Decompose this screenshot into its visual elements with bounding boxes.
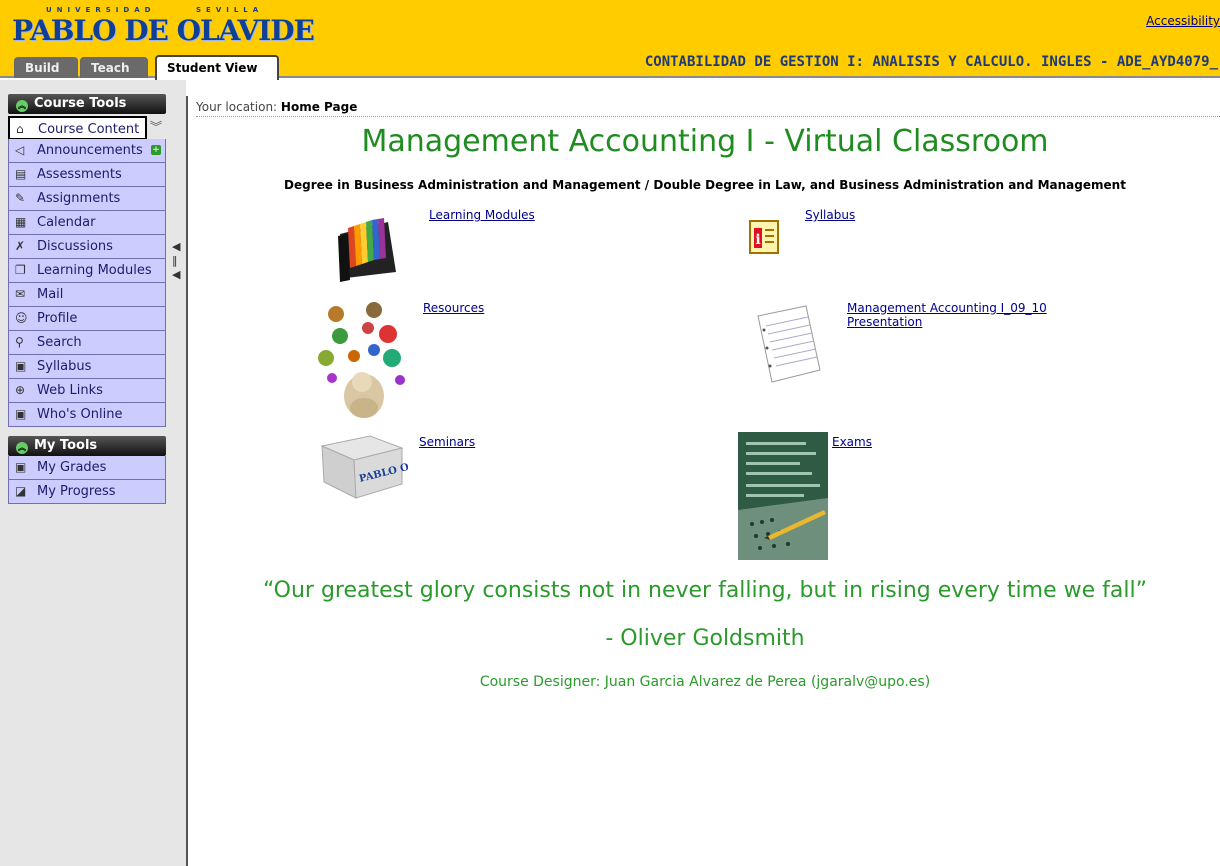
tab-student-view[interactable]: Student View [155,55,279,80]
file-sorter-image[interactable] [330,210,402,282]
breadcrumb-label: Your location: [196,100,278,114]
quote-author: - Oliver Goldsmith [605,626,805,651]
grades-icon: ▣ [15,460,27,474]
sidebar-item-label: Web Links [37,383,103,398]
sidebar-item-whos-online[interactable]: ▣ Who's Online [8,403,166,427]
online-icon: ▣ [15,407,27,421]
my-tools-title: My Tools [34,438,98,453]
sidebar-item-profile[interactable]: ☺ Profile [8,307,166,331]
resources-link[interactable]: Resources [423,301,484,315]
collapse-toggle-icon[interactable]: ︽ [16,100,28,112]
presentation-link-line1: Management Accounting I_09_10 [847,301,1047,315]
syllabus-icon: ▣ [15,359,27,373]
collapse-toggle-icon[interactable]: ︽ [16,442,28,454]
calendar-icon: ▦ [15,215,27,229]
sidebar-item-assignments[interactable]: ✎ Assignments [8,187,166,211]
sidebar-item-discussions[interactable]: ✗ Discussions [8,235,166,259]
sidebar-item-assessments[interactable]: ▤ Assessments [8,163,166,187]
new-items-icon: + [151,145,161,155]
sidebar-item-label: Course Content [38,122,140,137]
university-logo[interactable]: UNIVERSIDAD SEVILLA PABLO DE OLAVIDE [8,6,315,48]
learning-modules-link[interactable]: Learning Modules [429,208,535,222]
sidebar-item-mail[interactable]: ✉ Mail [8,283,166,307]
assignment-icon: ✎ [15,191,26,205]
logo-small-right: SEVILLA [196,6,264,14]
home-icon: ⌂ [16,122,24,136]
accessibility-link[interactable]: Accessibility [1146,14,1220,28]
seminars-link[interactable]: Seminars [419,435,475,449]
logo-small-left: UNIVERSIDAD [46,6,156,14]
header-bar: UNIVERSIDAD SEVILLA PABLO DE OLAVIDE Acc… [0,0,1220,80]
upo-box-image[interactable]: PABLO OLAVIDE [316,432,408,500]
degree-subtitle: Degree in Business Administration and Ma… [284,178,1126,192]
breadcrumb-current: Home Page [280,100,358,114]
main-content: Your location: Home Page Management Acco… [186,96,1220,866]
sidebar-item-label: Mail [37,287,64,302]
megaphone-icon: ◁ [15,143,25,157]
quote-text: “Our greatest glory consists not in neve… [263,578,1147,603]
breadcrumb: Your location: Home Page [196,100,357,114]
app-window: UNIVERSIDAD SEVILLA PABLO DE OLAVIDE Acc… [0,0,1220,866]
course-designer: Course Designer: Juan Garcia Alvarez de … [479,674,931,690]
sidebar-resize-handle[interactable]: ◀ ‖ ◀ [172,240,180,288]
syllabus-info-icon[interactable]: i [749,220,779,254]
juggler-image[interactable] [316,300,412,424]
sidebar-item-course-content[interactable]: ⌂ Course Content [8,116,147,140]
mail-icon: ✉ [15,287,26,301]
page-title: Management Accounting I - Virtual Classr… [361,124,1049,159]
sidebar-item-syllabus[interactable]: ▣ Syllabus [8,355,166,379]
sidebar-item-label: Learning Modules [37,263,152,278]
exam-sheet-image[interactable] [738,432,828,560]
progress-icon: ◪ [15,484,27,498]
search-icon: ⚲ [15,335,24,349]
sidebar-item-label: Profile [37,311,78,326]
tab-build[interactable]: Build [14,57,78,78]
sidebar-item-label: Syllabus [37,359,92,374]
sidebar-item-label: Assignments [37,191,121,206]
sidebar-item-calendar[interactable]: ▦ Calendar [8,211,166,235]
discussion-icon: ✗ [15,239,26,253]
sidebar: ︽ Course Tools ⌂ Course Content ︾ ◁ Annou… [0,80,186,866]
presentation-link[interactable]: Management Accounting I_09_10 Presentati… [847,301,1047,329]
sidebar-item-label: Announcements [37,143,143,158]
sidebar-item-label: Search [37,335,82,350]
course-tools-title: Course Tools [34,96,127,111]
sidebar-item-label: My Progress [37,484,116,499]
sidebar-item-label: Assessments [37,167,122,182]
assessment-icon: ▤ [15,167,27,181]
logo-wordmark: PABLO DE OLAVIDE [12,14,315,47]
syllabus-link[interactable]: Syllabus [805,208,855,222]
sidebar-item-search[interactable]: ⚲ Search [8,331,166,355]
exams-link[interactable]: Exams [832,435,872,449]
svg-text:i: i [755,232,760,248]
tab-teach[interactable]: Teach [80,57,148,78]
presentation-link-line2: Presentation [847,315,923,329]
course-tools-header[interactable]: ︽ Course Tools [8,94,166,114]
sidebar-item-label: Who's Online [37,407,123,422]
sidebar-item-my-progress[interactable]: ◪ My Progress [8,480,166,504]
my-tools-header[interactable]: ︽ My Tools [8,436,166,456]
profile-icon: ☺ [15,311,28,325]
globe-icon: ⊕ [15,383,26,397]
notepad-image[interactable] [754,304,824,384]
sidebar-item-web-links[interactable]: ⊕ Web Links [8,379,166,403]
sidebar-item-announcements[interactable]: ◁ Announcements + [8,139,166,163]
course-title: CONTABILIDAD DE GESTION I: ANALISIS Y CA… [644,54,1218,70]
sidebar-item-my-grades[interactable]: ▣ My Grades [8,456,166,480]
module-icon: ❐ [15,263,26,277]
chevron-down-icon[interactable]: ︾ [150,118,164,136]
sidebar-item-label: My Grades [37,460,107,475]
sidebar-item-label: Calendar [37,215,96,230]
sidebar-item-label: Discussions [37,239,113,254]
divider [196,116,1220,117]
sidebar-item-learning-modules[interactable]: ❐ Learning Modules [8,259,166,283]
